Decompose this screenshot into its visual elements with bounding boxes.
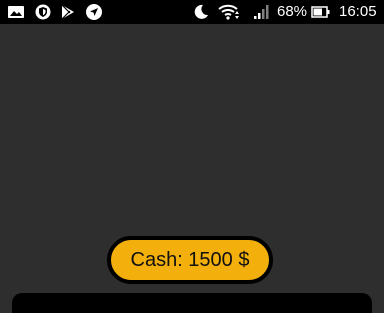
gallery-icon — [8, 6, 24, 18]
wifi-icon — [218, 4, 239, 20]
bottom-panel[interactable] — [12, 293, 372, 313]
status-bar: 68% 16:05 — [0, 0, 384, 24]
cash-display: Cash: 1500 $ — [107, 236, 273, 284]
battery-icon — [311, 6, 330, 18]
shield-icon — [35, 4, 51, 20]
play-store-icon — [61, 4, 74, 20]
navigation-icon — [86, 4, 102, 20]
clock: 16:05 — [339, 3, 377, 20]
cash-label: Cash: 1500 $ — [130, 248, 250, 271]
do-not-disturb-moon-icon — [194, 4, 208, 19]
battery-percentage: 68% — [277, 3, 308, 20]
signal-icon — [254, 5, 269, 19]
